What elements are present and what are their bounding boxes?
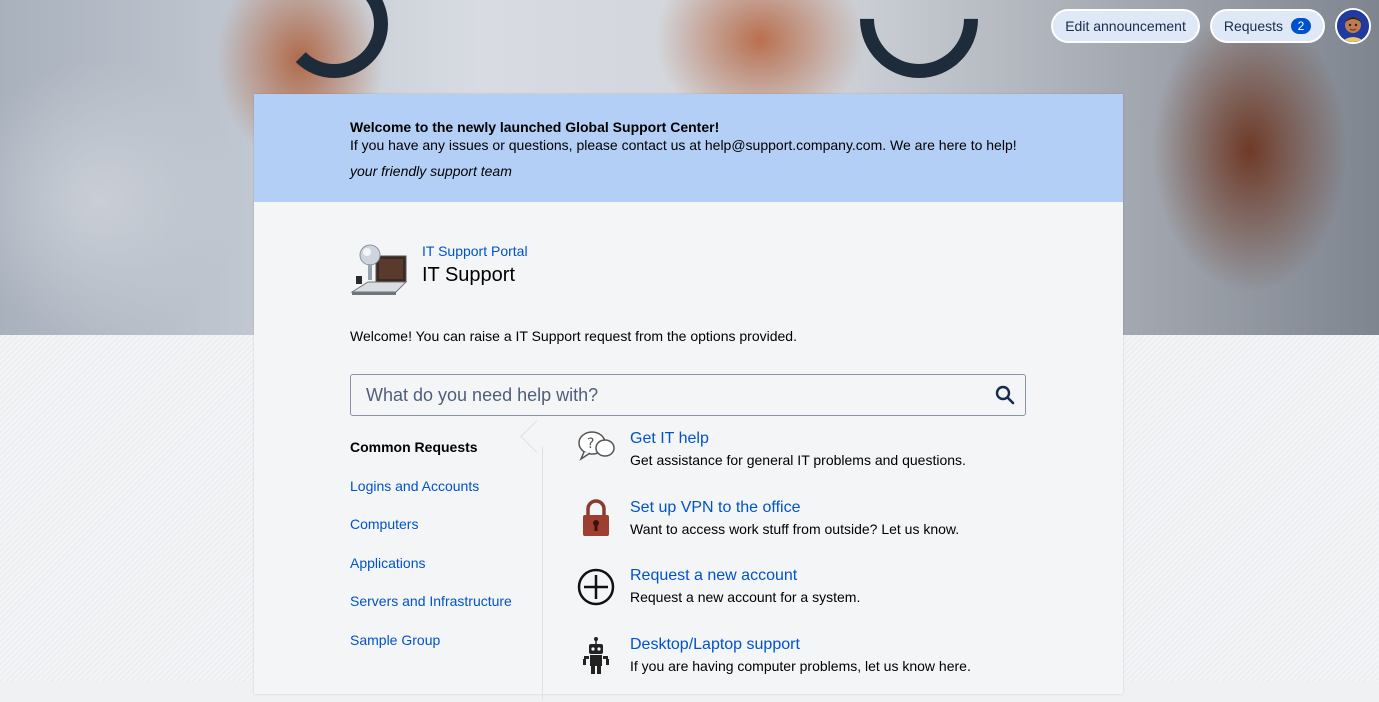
announcement-banner: Welcome to the newly launched Global Sup… [254,94,1123,202]
request-type-name: Set up VPN to the office [630,497,959,519]
requests-count-badge: 2 [1291,18,1311,34]
request-type-description: Want to access work stuff from outside? … [630,519,959,539]
edit-announcement-button[interactable]: Edit announcement [1051,9,1200,43]
announcement-title: Welcome to the newly launched Global Sup… [350,118,1027,136]
request-type-new-account[interactable]: Request a new account Request a new acco… [574,565,1094,634]
avatar-face-icon [1337,10,1369,42]
request-groups-nav: Common Requests Logins and Accounts Comp… [350,432,540,663]
portal-card: Welcome to the newly launched Global Sup… [254,94,1123,694]
request-type-desktop-support[interactable]: Desktop/Laptop support If you are having… [574,634,1094,702]
padlock-icon [574,497,618,543]
request-type-vpn[interactable]: Set up VPN to the office Want to access … [574,497,1094,566]
search-input[interactable] [351,375,985,415]
question-bubbles-icon: ? [574,428,618,474]
group-sample-group[interactable]: Sample Group [350,625,540,664]
search-icon[interactable] [985,385,1025,405]
request-type-name: Request a new account [630,565,860,587]
requests-button[interactable]: Requests 2 [1210,9,1325,43]
headset-decoration [836,0,1003,102]
portal-breadcrumb-link[interactable]: IT Support Portal [422,242,528,260]
request-type-name: Get IT help [630,428,966,450]
request-type-description: If you are having computer problems, let… [630,656,971,676]
request-type-get-it-help[interactable]: ? Get IT help Get assistance for general… [574,428,1094,497]
search-box [350,374,1026,416]
portal-logo-icon [350,242,412,298]
portal-header: IT Support Portal IT Support [350,242,528,298]
request-type-name: Desktop/Laptop support [630,634,971,656]
requests-label: Requests [1224,18,1283,34]
request-type-list: ? Get IT help Get assistance for general… [574,428,1094,702]
group-common-requests[interactable]: Common Requests [350,432,540,471]
headset-decoration [280,0,388,78]
group-servers-and-infrastructure[interactable]: Servers and Infrastructure [350,586,540,625]
group-computers[interactable]: Computers [350,509,540,548]
svg-text:?: ? [587,436,594,452]
group-logins-and-accounts[interactable]: Logins and Accounts [350,471,540,510]
portal-title: IT Support [422,264,528,287]
request-type-description: Request a new account for a system. [630,587,860,607]
nav-divider [542,440,543,700]
robot-icon [574,634,618,680]
edit-announcement-label: Edit announcement [1065,18,1186,34]
request-type-description: Get assistance for general IT problems a… [630,450,966,470]
user-avatar[interactable] [1335,8,1371,44]
announcement-signature: your friendly support team [350,162,1027,180]
welcome-message: Welcome! You can raise a IT Support requ… [350,328,797,344]
plus-circle-icon [574,565,618,611]
header-actions: Edit announcement Requests 2 [1051,8,1371,44]
group-applications[interactable]: Applications [350,548,540,587]
announcement-body: If you have any issues or questions, ple… [350,136,1027,154]
